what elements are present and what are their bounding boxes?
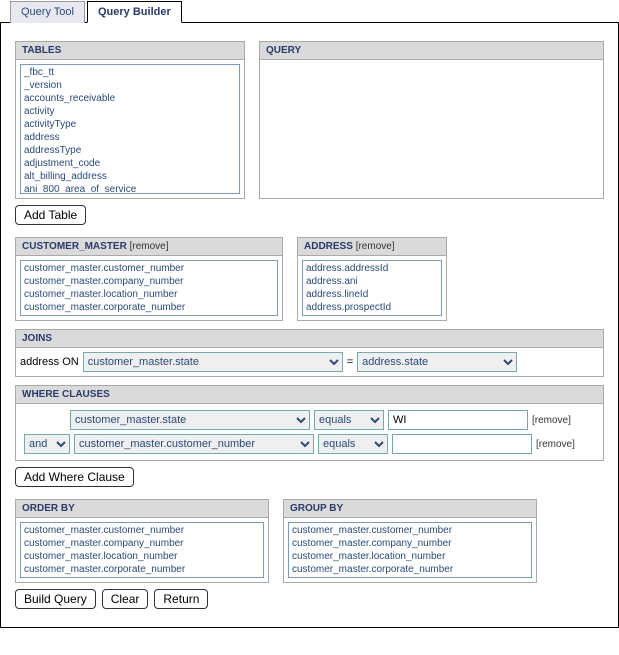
orderby-panel: ORDER BY customer_master.customer_number…	[15, 499, 269, 583]
joins-header: JOINS	[16, 330, 603, 348]
address-listbox[interactable]: address.addressIdaddress.aniaddress.line…	[302, 260, 442, 316]
tables-header: TABLES	[16, 42, 244, 60]
list-item[interactable]: customer_master.corporate_number	[290, 563, 530, 576]
list-item[interactable]: customer_master.customer_number	[22, 262, 276, 275]
list-item[interactable]: customer_master.location_number	[22, 288, 276, 301]
address-panel: ADDRESS [remove] address.addressIdaddres…	[297, 237, 447, 321]
customer-master-panel: CUSTOMER_MASTER [remove] customer_master…	[15, 237, 283, 321]
join-eq: =	[347, 356, 353, 368]
list-item[interactable]: accounts_receivable	[22, 92, 238, 105]
list-item[interactable]: customer_master.corporate_number	[22, 301, 276, 314]
tab-query-builder[interactable]: Query Builder	[87, 1, 182, 23]
list-item[interactable]: customer_master.location_number	[290, 550, 530, 563]
where-remove[interactable]: [remove]	[532, 415, 571, 426]
where-value-input[interactable]	[392, 434, 532, 454]
tab-bar: Query Tool Query Builder	[0, 0, 619, 23]
add-table-button[interactable]: Add Table	[15, 205, 86, 225]
list-item[interactable]: customer_master.company_number	[290, 537, 530, 550]
add-where-button[interactable]: Add Where Clause	[15, 467, 134, 487]
clear-button[interactable]: Clear	[102, 589, 149, 609]
list-item[interactable]: activity	[22, 105, 238, 118]
list-item[interactable]: address.addressId	[304, 262, 440, 275]
tables-panel: TABLES _fbc_tt_versionaccounts_receivabl…	[15, 41, 245, 199]
customer-master-listbox[interactable]: customer_master.customer_numbercustomer_…	[20, 260, 278, 316]
customer-master-remove[interactable]: [remove]	[130, 241, 169, 252]
query-textarea[interactable]	[260, 60, 603, 196]
list-item[interactable]: _fbc_tt	[22, 66, 238, 79]
join-right-select[interactable]: address.state	[357, 352, 517, 372]
where-field-select[interactable]: customer_master.customer_number	[74, 434, 314, 454]
list-item[interactable]: address.lineId	[304, 288, 440, 301]
groupby-header: GROUP BY	[284, 500, 536, 518]
list-item[interactable]: customer_master.location_number	[22, 550, 262, 563]
list-item[interactable]: customer_master.corporate_number	[22, 563, 262, 576]
where-remove[interactable]: [remove]	[536, 439, 575, 450]
where-op-select[interactable]: equals	[318, 434, 388, 454]
address-remove[interactable]: [remove]	[356, 241, 395, 252]
join-left-select[interactable]: customer_master.state	[83, 352, 343, 372]
builder-content: TABLES _fbc_tt_versionaccounts_receivabl…	[0, 23, 619, 628]
joins-panel: JOINS address ON customer_master.state =…	[15, 329, 604, 377]
list-item[interactable]: customer_master.company_number	[22, 537, 262, 550]
list-item[interactable]: adjustment_code	[22, 157, 238, 170]
list-item[interactable]: customer_master.company_number	[22, 275, 276, 288]
list-item[interactable]: addressType	[22, 144, 238, 157]
tables-listbox[interactable]: _fbc_tt_versionaccounts_receivableactivi…	[20, 64, 240, 194]
join-prefix: address ON	[20, 356, 79, 368]
where-field-select[interactable]: customer_master.state	[70, 410, 310, 430]
list-item[interactable]: ani_800_area_of_service	[22, 183, 238, 194]
address-header: ADDRESS [remove]	[298, 238, 446, 256]
groupby-listbox[interactable]: customer_master.customer_numbercustomer_…	[288, 522, 532, 578]
where-panel: WHERE CLAUSES customer_master.state equa…	[15, 385, 604, 461]
groupby-panel: GROUP BY customer_master.customer_number…	[283, 499, 537, 583]
where-andor-select[interactable]: and	[24, 434, 70, 454]
query-header: QUERY	[260, 42, 603, 60]
list-item[interactable]: customer_master.customer_number	[22, 524, 262, 537]
tab-query-tool[interactable]: Query Tool	[10, 1, 85, 23]
customer-master-header: CUSTOMER_MASTER [remove]	[16, 238, 282, 256]
orderby-header: ORDER BY	[16, 500, 268, 518]
query-panel: QUERY	[259, 41, 604, 199]
list-item[interactable]: alt_billing_address	[22, 170, 238, 183]
orderby-listbox[interactable]: customer_master.customer_numbercustomer_…	[20, 522, 264, 578]
list-item[interactable]: address.ani	[304, 275, 440, 288]
where-header: WHERE CLAUSES	[16, 386, 603, 404]
list-item[interactable]: address	[22, 131, 238, 144]
list-item[interactable]: _version	[22, 79, 238, 92]
list-item[interactable]: address.prospectId	[304, 301, 440, 314]
where-value-input[interactable]	[388, 410, 528, 430]
build-query-button[interactable]: Build Query	[15, 589, 96, 609]
list-item[interactable]: activityType	[22, 118, 238, 131]
return-button[interactable]: Return	[154, 589, 208, 609]
list-item[interactable]: customer_master.customer_number	[290, 524, 530, 537]
where-op-select[interactable]: equals	[314, 410, 384, 430]
